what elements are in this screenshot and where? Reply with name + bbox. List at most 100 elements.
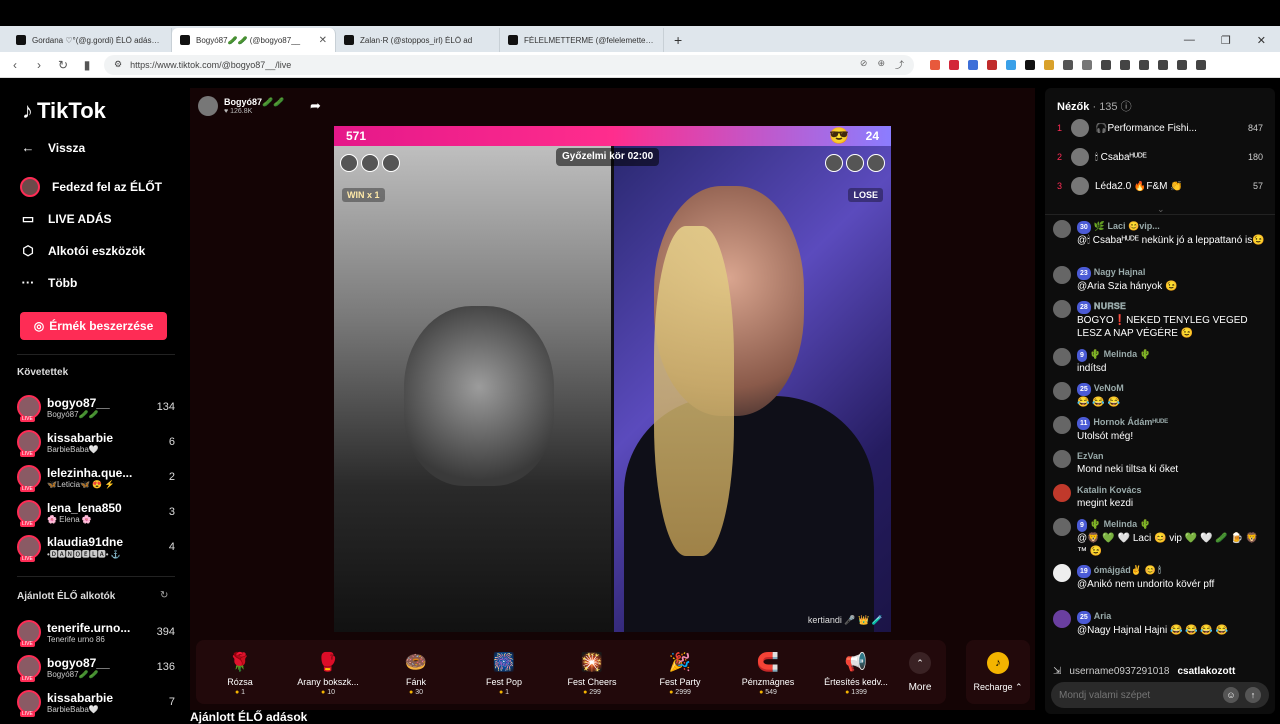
browser-tab[interactable]: FÉLELMETTERME (@felelemetterme) É (500, 28, 664, 52)
profile-icon[interactable] (1177, 59, 1187, 70)
sidebar-icon[interactable] (1120, 59, 1130, 70)
gift-item[interactable]: 🎆 Fest Pop 1 (460, 649, 548, 696)
gifter-avatar[interactable] (382, 154, 400, 172)
share-icon[interactable]: ⤴ (895, 58, 904, 71)
viewers-header[interactable]: Nézők · 135 ⓘ (1057, 98, 1132, 114)
chat-username[interactable]: 🌿 Laci 😊vip... (1094, 221, 1160, 231)
avatar[interactable] (1053, 564, 1071, 582)
gifter-avatar[interactable] (846, 154, 864, 172)
recommended-account[interactable]: bogyo87__Bogyó87🥒🥒 136 (17, 652, 175, 682)
top-viewer-row[interactable]: 2 🕯 Csabaᴴᵁᴰᴱ 180 (1057, 145, 1263, 169)
followed-account[interactable]: lena_lena850🌸 Elena 🌸 3 (17, 497, 175, 527)
avatar[interactable] (1053, 610, 1071, 628)
wallet-icon[interactable] (1139, 59, 1149, 70)
chat-username[interactable]: Nagy Hajnal (1094, 267, 1146, 277)
translate-icon[interactable]: ⊘ (860, 58, 868, 71)
zoom-icon[interactable]: ⊕ (877, 58, 885, 71)
extension-icon[interactable] (1006, 59, 1016, 70)
tiktok-logo[interactable]: ♪ TikTok (22, 98, 106, 124)
more-gifts-button[interactable]: ⌃ More (900, 651, 940, 693)
back-link[interactable]: ← Vissza (20, 140, 180, 155)
chat-username[interactable]: Katalin Kovács (1077, 485, 1142, 495)
chat-username[interactable]: Hornok Ádámᴴᵁᴰᴱ (1093, 417, 1168, 427)
gifter-avatar[interactable] (340, 154, 358, 172)
extension-icon[interactable] (949, 59, 959, 70)
chat-username[interactable]: ómájgád✌ 😊 🕯 (1094, 565, 1161, 575)
followed-account[interactable]: kissabarbieBarbieBaba🤍 6 (17, 427, 175, 457)
top-viewer-row[interactable]: 3 Léda2.0 🔥F&M 👏 57 (1057, 174, 1263, 198)
avatar[interactable] (1053, 266, 1071, 284)
nav-go-live[interactable]: ▭ LIVE ADÁS (20, 211, 180, 227)
avatar[interactable] (1053, 450, 1071, 468)
chat-username[interactable]: 🌵 Melinda 🌵 (1090, 349, 1151, 359)
nav-creator-tools[interactable]: ⬡ Alkotói eszközök (20, 243, 180, 259)
gift-item[interactable]: 🎉 Fest Party 2999 (636, 649, 724, 696)
gift-item[interactable]: 🍩 Fánk 30 (372, 649, 460, 696)
new-tab-button[interactable]: + (664, 28, 692, 52)
send-icon[interactable]: ↑ (1245, 687, 1261, 703)
gift-item[interactable]: 🥊 Arany bokszk... 10 (284, 649, 372, 696)
get-coins-button[interactable]: ◎ Érmék beszerzése (20, 312, 167, 340)
close-window-icon[interactable]: ✕ (1257, 34, 1266, 47)
maximize-icon[interactable]: ❐ (1221, 34, 1231, 47)
emoji-icon[interactable]: ☺ (1223, 687, 1239, 703)
avatar[interactable] (1053, 220, 1071, 238)
chat-username[interactable]: 𝐍𝐔𝐑𝐒𝐄 (1094, 301, 1126, 311)
gifter-avatar[interactable] (867, 154, 885, 172)
followed-account[interactable]: klaudia91dne•🅳🅰🅽🅾🅴🅻🅰• ⚓ 4 (17, 532, 175, 562)
chat-username[interactable]: EzVan (1077, 451, 1104, 461)
avatar[interactable] (1053, 300, 1071, 318)
recommended-account[interactable]: tenerife.urno...Tenerife urno 86 394 (17, 617, 175, 647)
gift-item[interactable]: 🎇 Fest Cheers 299 (548, 649, 636, 696)
extension-icon[interactable] (1082, 59, 1092, 70)
close-tab-icon[interactable]: ✕ (319, 35, 327, 46)
extension-icon[interactable] (1063, 59, 1073, 70)
share-icon[interactable]: ➦ (310, 98, 321, 114)
avatar[interactable] (1053, 382, 1071, 400)
gifter-avatar[interactable] (825, 154, 843, 172)
bookmark-icon[interactable]: ▮ (80, 58, 94, 72)
chat-username[interactable]: Aria (1094, 611, 1112, 621)
gift-item[interactable]: 🌹 Rózsa 1 (196, 649, 284, 696)
top-viewer-row[interactable]: 1 🎧Performance Fishi... 847 (1057, 116, 1263, 140)
extension-icon[interactable] (968, 59, 978, 70)
browser-tab[interactable]: Zalan·R (@stoppos_irl) ÉLŐ ad (336, 28, 500, 52)
music-icon[interactable] (1101, 59, 1111, 70)
recommended-account[interactable]: kissabarbieBarbieBaba🤍 7 (17, 687, 175, 717)
url-field[interactable]: ⚙ https://www.tiktok.com/@bogyo87__/live… (104, 54, 914, 75)
chat-username[interactable]: VeNoM (1094, 383, 1124, 393)
opponent-name[interactable]: kertiandi 🎤 👑 🧪 (808, 615, 883, 626)
download-icon[interactable] (1158, 59, 1168, 70)
forward-icon[interactable]: › (32, 58, 46, 72)
reload-icon[interactable]: ↻ (56, 58, 70, 72)
extension-icon[interactable] (1044, 59, 1054, 70)
back-icon[interactable]: ‹ (8, 58, 22, 72)
host-avatar[interactable] (198, 96, 218, 116)
avatar[interactable] (1053, 348, 1071, 366)
joined-username[interactable]: username0937291018 (1069, 666, 1169, 677)
nav-explore-live[interactable]: Fedezd fel az ÉLŐT (20, 177, 180, 197)
help-icon[interactable]: ⓘ (1121, 101, 1132, 113)
extension-icon[interactable] (1025, 59, 1035, 70)
browser-tab[interactable]: Gordana ♡°(@g.gordi) ÉLŐ adásban (8, 28, 172, 52)
chat-input[interactable] (1059, 689, 1217, 701)
extension-icon[interactable] (930, 59, 940, 70)
host-info[interactable]: Bogyó87🥒🥒 ♥ 126.8K (198, 96, 284, 116)
gifter-avatar[interactable] (361, 154, 379, 172)
gift-item[interactable]: 🧲 Pénzmágnes 549 (724, 649, 812, 696)
followed-account[interactable]: lelezinha.que...🦋Leticia🦋 😍 ⚡ 2 (17, 462, 175, 492)
extension-icon[interactable] (987, 59, 997, 70)
avatar[interactable] (1053, 518, 1071, 536)
menu-dots-icon[interactable] (1196, 59, 1206, 70)
refresh-icon[interactable]: ↻ (160, 590, 168, 601)
site-info-icon[interactable]: ⚙ (114, 59, 122, 70)
followed-account[interactable]: bogyo87__Bogyó87🥒🥒 134 (17, 392, 175, 422)
minimize-icon[interactable]: — (1184, 34, 1195, 46)
recharge-button[interactable]: ♪ Recharge ⌃ (966, 640, 1030, 704)
avatar[interactable] (1053, 416, 1071, 434)
browser-tab-active[interactable]: Bogyó87🥒🥒 (@bogyo87__ ✕ (172, 28, 336, 52)
avatar[interactable] (1053, 484, 1071, 502)
battle-video[interactable]: 571 😎 24 Győzelmi kör 02:00 WIN x 1 LOSE… (334, 126, 891, 632)
chat-username[interactable]: 🌵 Melinda 🌵 (1090, 519, 1151, 529)
nav-more[interactable]: ··· Több (20, 275, 180, 290)
